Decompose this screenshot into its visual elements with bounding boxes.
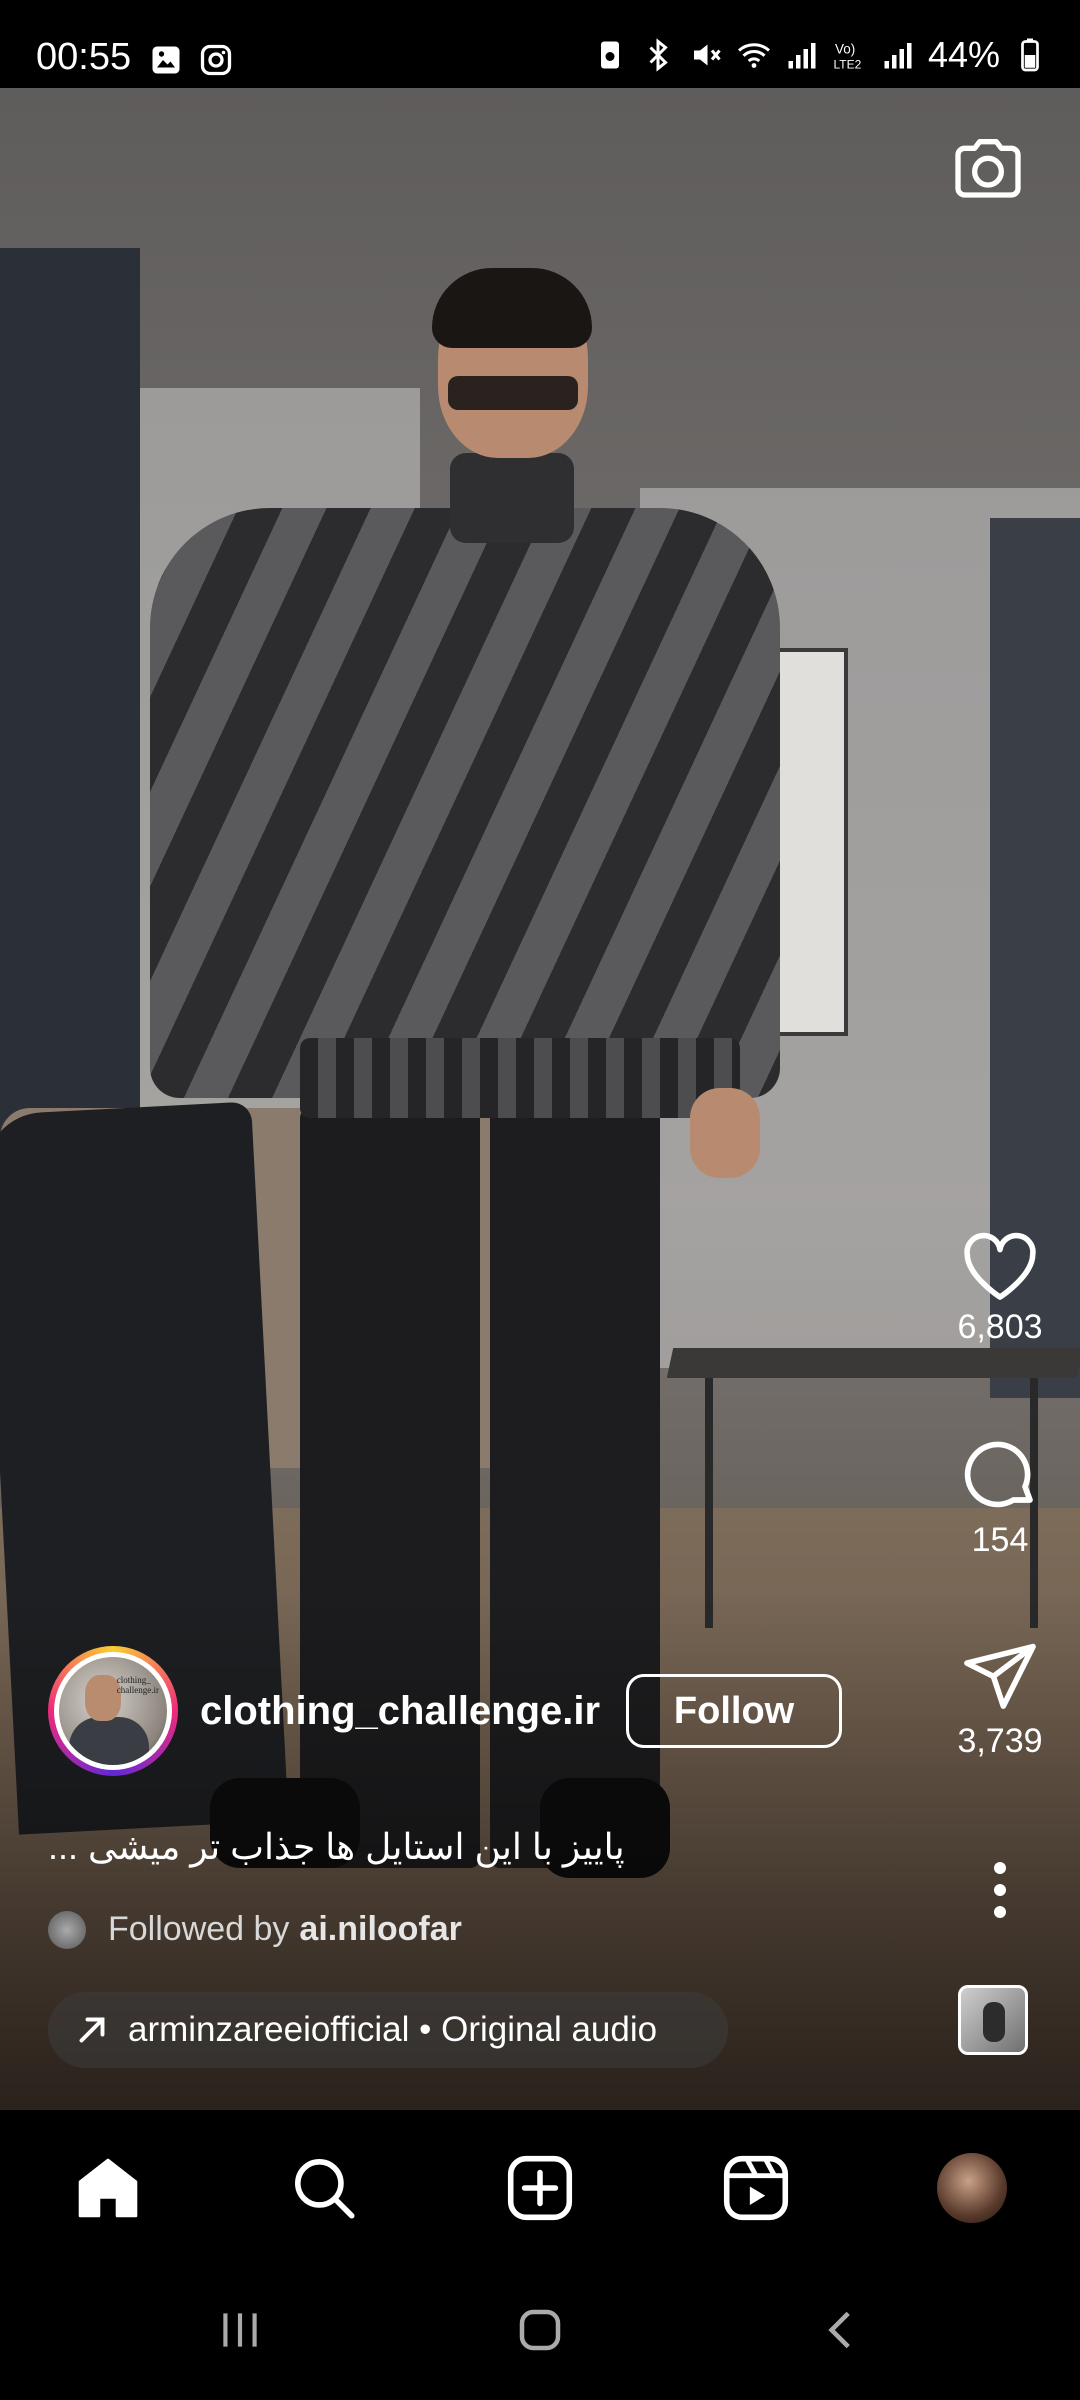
person-turtleneck (450, 453, 574, 543)
status-bar: 00:55 Vo) LTE2 44% (0, 0, 1080, 88)
audio-label: arminzareeiofficial • Original audio (128, 2010, 658, 2049)
system-navigation-bar (0, 2260, 1080, 2400)
followed-by-row[interactable]: Followed by ai.niloofar (48, 1910, 462, 1949)
status-system-icons: Vo) LTE2 44% (592, 34, 1048, 76)
wifi-icon (737, 43, 770, 68)
home-button[interactable] (510, 2300, 570, 2360)
nav-create[interactable] (500, 2148, 580, 2228)
author-username[interactable]: clothing_challenge.ir (200, 1689, 600, 1734)
reel-video[interactable] (0, 88, 1080, 2110)
camera-icon[interactable] (948, 130, 1028, 210)
volte-icon: Vo)LTE2 (833, 42, 861, 72)
author-row: clothing_ challenge.ir clothing_challenge… (48, 1646, 843, 1776)
bluetooth-icon (649, 38, 668, 72)
profile-avatar[interactable] (937, 2153, 1007, 2223)
comment-icon[interactable] (960, 1435, 1040, 1515)
reels-icon[interactable] (719, 2151, 793, 2225)
author-avatar[interactable]: clothing_ challenge.ir (48, 1646, 178, 1776)
create-icon[interactable] (503, 2151, 577, 2225)
author-avatar-border: clothing_ challenge.ir (54, 1652, 172, 1770)
avatar-figure-face (85, 1675, 121, 1721)
person-sweater (150, 508, 780, 1098)
followed-by-prefix: Followed by (108, 1910, 290, 1948)
followed-by-user: ai.niloofar (299, 1910, 462, 1948)
back-button[interactable] (812, 2300, 872, 2360)
comment-action[interactable]: 154 (920, 1435, 1080, 1560)
share-action[interactable]: 3,739 (920, 1640, 1080, 1761)
mute-icon (693, 44, 721, 66)
scene-wall (0, 248, 140, 1198)
battery-saver-icon (600, 41, 619, 69)
reel-caption[interactable]: پاییز با این استایل ها جذاب تر میشی ... (48, 1826, 648, 1868)
shares-count: 3,739 (957, 1722, 1043, 1760)
svg-text:LTE2: LTE2 (833, 58, 861, 72)
recent-apps-button[interactable] (210, 2300, 270, 2360)
audio-thumbnail-figure (983, 2002, 1005, 2042)
home-icon[interactable] (71, 2151, 145, 2225)
author-avatar-image: clothing_ challenge.ir (59, 1657, 167, 1765)
more-vertical-icon[interactable] (980, 1860, 1020, 1920)
person-sunglasses (448, 376, 578, 410)
comments-count: 154 (971, 1521, 1029, 1559)
person-sweater-hem (300, 1038, 740, 1118)
scene-table (666, 1348, 1080, 1378)
battery-icon (1021, 38, 1039, 72)
recent-apps-icon[interactable] (215, 2305, 265, 2355)
status-notification-icons (148, 42, 234, 78)
avatar-figure-coat (69, 1717, 149, 1765)
signal-icon (788, 43, 816, 69)
nav-reels[interactable] (716, 2148, 796, 2228)
svg-text:Vo): Vo) (835, 42, 855, 57)
avatar-logo-text: clothing_ challenge.ir (116, 1675, 159, 1695)
send-icon[interactable] (960, 1640, 1040, 1716)
audio-thumbnail[interactable] (958, 1985, 1028, 2055)
bottom-nav (0, 2110, 1080, 2260)
like-action[interactable]: 6,803 (920, 1230, 1080, 1347)
gallery-icon (152, 46, 180, 74)
status-time: 00:55 (36, 36, 132, 78)
back-icon[interactable] (817, 2305, 867, 2355)
audio-pill[interactable]: arminzareeiofficial • Original audio (48, 1992, 728, 2068)
signal-icon (884, 43, 912, 69)
battery-percent: 44% (927, 34, 1000, 75)
follow-button[interactable]: Follow (626, 1674, 843, 1748)
likes-count: 6,803 (957, 1308, 1043, 1346)
search-icon[interactable] (287, 2151, 361, 2225)
arrow-up-right-icon (79, 2017, 105, 2043)
instagram-icon (200, 44, 232, 76)
more-options-action[interactable] (920, 1860, 1080, 1920)
nav-search[interactable] (284, 2148, 364, 2228)
nav-home[interactable] (68, 2148, 148, 2228)
follower-avatar (48, 1910, 86, 1949)
nav-profile[interactable] (932, 2148, 1012, 2228)
heart-icon[interactable] (960, 1230, 1040, 1302)
person-hand (690, 1088, 760, 1178)
home-button-icon[interactable] (513, 2303, 567, 2357)
person-hair (432, 268, 592, 348)
